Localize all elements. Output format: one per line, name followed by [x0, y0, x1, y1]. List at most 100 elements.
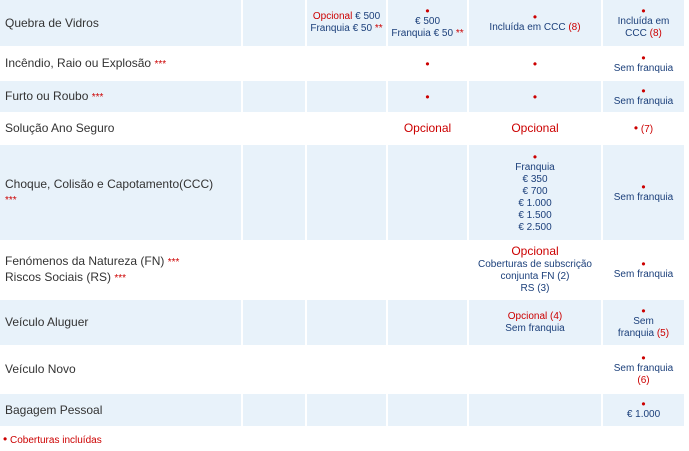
included-dot-icon: • — [641, 303, 646, 318]
row-label: Veículo Novo — [0, 347, 241, 392]
included-dot-icon: • — [425, 4, 430, 18]
included-dot-icon: • — [532, 89, 538, 104]
row-label: Bagagem Pessoal — [0, 394, 241, 426]
cell — [307, 394, 386, 426]
deductible-option: € 350 — [522, 173, 548, 185]
cell: • — [388, 48, 467, 79]
cell-text: Incluída em CCC — [489, 22, 566, 33]
cell — [243, 347, 305, 392]
row-label-text: Riscos Sociais (RS) — [5, 270, 112, 284]
table-row: Quebra de Vidros Opcional € 500 Franquia… — [0, 0, 684, 46]
optional-label: Opcional — [511, 244, 559, 258]
row-label-text: Veículo Novo — [5, 362, 76, 376]
cell — [307, 81, 386, 112]
legend-footnote: • Coberturas incluídas — [3, 432, 102, 446]
included-dot-icon: • — [425, 56, 430, 71]
included-dot-icon: • — [3, 432, 8, 446]
amount: € 500 — [414, 16, 441, 27]
row-label-text: Incêndio, Raio ou Explosão — [5, 55, 152, 70]
cell — [388, 347, 467, 392]
included-dot-icon: • — [532, 56, 538, 71]
note-ref: (6) — [637, 374, 650, 386]
cell: • € 500 Franquia € 50 ** — [388, 0, 467, 46]
deductible-option: € 1.500 — [518, 209, 552, 221]
row-label: Solução Ano Seguro — [0, 114, 241, 143]
cell: Opcional — [469, 114, 601, 143]
asterisks: ** — [374, 23, 383, 34]
deductible-label: Franquia — [515, 161, 555, 173]
cell-text: conjunta FN (2) — [500, 271, 570, 282]
cell: • Franquia € 350 € 700 € 1.000 € 1.500 €… — [469, 145, 601, 240]
cell — [243, 145, 305, 240]
cell — [469, 394, 601, 426]
cell — [469, 347, 601, 392]
table-row: Incêndio, Raio ou Explosão *** • • • Sem… — [0, 48, 684, 79]
row-label: Veículo Aluguer — [0, 300, 241, 345]
optional-label: Opcional — [312, 11, 353, 22]
cell — [243, 300, 305, 345]
asterisks: *** — [154, 58, 167, 70]
cell: • Incluída em CCC (8) — [603, 0, 684, 46]
table-row: Furto ou Roubo *** • • • Sem franquia — [0, 81, 684, 112]
included-dot-icon: • — [532, 10, 538, 24]
cell-text: Sem franquia — [505, 322, 565, 334]
cell — [307, 114, 386, 143]
cell: • — [469, 81, 601, 112]
table-row: Bagagem Pessoal • € 1.000 — [0, 394, 684, 426]
cell-text: Sem franquia — [613, 191, 674, 203]
note-ref: (7) — [640, 123, 654, 135]
row-label: Furto ou Roubo *** — [0, 81, 241, 112]
cell — [243, 48, 305, 79]
cell-text: CCC — [625, 28, 647, 39]
row-label: Quebra de Vidros — [0, 0, 241, 46]
note-ref: (5) — [656, 327, 670, 339]
cell: • Sem franquia — [603, 81, 684, 112]
deductible-text: Franquia € 50 — [391, 28, 454, 39]
included-dot-icon: • — [641, 179, 646, 194]
cell-text: Sem franquia — [613, 95, 674, 107]
cell: • € 1.000 — [603, 394, 684, 426]
deductible-option: € 2.500 — [518, 221, 552, 233]
cell-text: franquia — [617, 327, 655, 339]
legend-text: Coberturas incluídas — [9, 435, 102, 446]
cell — [307, 300, 386, 345]
cell — [307, 145, 386, 240]
cell: • Sem franquia (5) — [603, 300, 684, 345]
optional-label: Opcional (4) — [507, 310, 563, 322]
cell — [388, 300, 467, 345]
cell: • Incluída em CCC (8) — [469, 0, 601, 46]
table-row: Choque, Colisão e Capotamento(CCC) *** • … — [0, 145, 684, 240]
asterisks: *** — [114, 273, 127, 284]
row-label-text: Solução Ano Seguro — [5, 121, 115, 135]
deductible-option: € 700 — [522, 185, 548, 197]
cell-text: RS (3) — [520, 283, 550, 294]
cell: Opcional (4) Sem franquia — [469, 300, 601, 345]
table-row: Fenómenos da Natureza (FN) *** Riscos So… — [0, 242, 684, 298]
optional-label: Opcional — [511, 120, 559, 135]
included-dot-icon: • — [641, 50, 646, 65]
cell-text: Coberturas de subscrição — [478, 259, 592, 270]
table-row: Veículo Aluguer Opcional (4) Sem franqui… — [0, 300, 684, 345]
row-label-text: Fenómenos da Natureza (FN) — [5, 254, 165, 268]
cell: Opcional — [388, 114, 467, 143]
cell-text: Sem franquia — [613, 62, 674, 74]
cell — [388, 394, 467, 426]
asterisks: *** — [5, 195, 17, 206]
included-dot-icon: • — [532, 149, 538, 164]
coverage-table: Quebra de Vidros Opcional € 500 Franquia… — [0, 0, 686, 428]
cell-text: Sem franquia — [613, 269, 674, 280]
cell-text: Incluída em — [617, 16, 670, 27]
cell — [243, 242, 305, 298]
cell: • — [388, 81, 467, 112]
row-label: Choque, Colisão e Capotamento(CCC) *** — [0, 145, 241, 240]
cell: Opcional Coberturas de subscrição conjun… — [469, 242, 601, 298]
row-label-text: Veículo Aluguer — [5, 315, 89, 329]
deductible-text: Franquia € 50 — [310, 23, 373, 34]
cell — [243, 81, 305, 112]
cell: • Sem franquia (6) — [603, 347, 684, 392]
row-label-text: Choque, Colisão e Capotamento(CCC) — [5, 177, 214, 191]
cell-text: Sem — [633, 315, 654, 327]
cell — [388, 145, 467, 240]
cell — [307, 242, 386, 298]
row-label-text: Furto ou Roubo — [5, 88, 89, 103]
